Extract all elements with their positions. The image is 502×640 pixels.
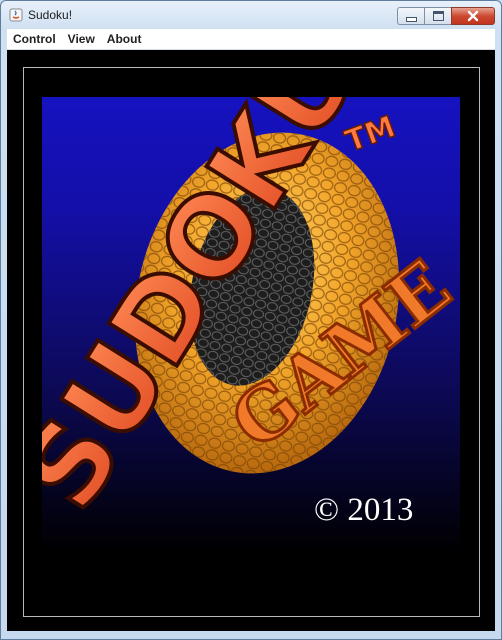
close-icon — [467, 10, 479, 22]
title-bar[interactable]: Sudoku! — [1, 1, 501, 29]
close-button[interactable] — [451, 7, 495, 25]
content-panel: SUDOKU GAME TM © 2013 — [7, 50, 495, 631]
minimize-icon — [405, 16, 417, 22]
copyright-text: © 2013 — [314, 492, 414, 528]
menu-view[interactable]: View — [62, 32, 101, 46]
window-title: Sudoku! — [28, 8, 73, 22]
java-app-icon — [9, 8, 23, 22]
menu-control[interactable]: Control — [7, 32, 62, 46]
menu-bar: Control View About — [7, 29, 495, 50]
maximize-button[interactable] — [424, 7, 451, 25]
splash-image: SUDOKU GAME TM © 2013 — [42, 97, 460, 603]
window-controls — [397, 7, 495, 25]
menu-about[interactable]: About — [101, 32, 148, 46]
minimize-button[interactable] — [397, 7, 424, 25]
app-window: Sudoku! Control View About SUDOKU GAME T… — [0, 0, 502, 640]
maximize-icon — [432, 11, 444, 21]
